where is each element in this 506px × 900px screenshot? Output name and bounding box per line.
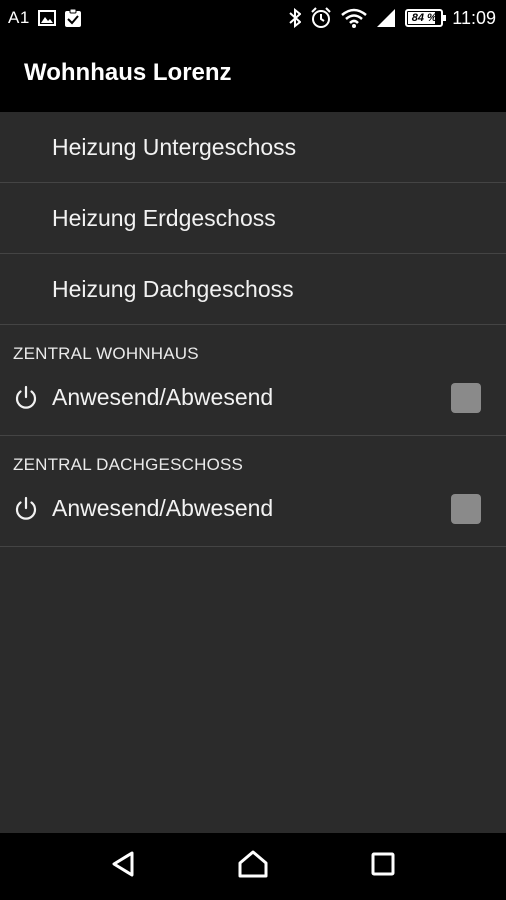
carrier-label: A1	[8, 8, 30, 27]
toggle-label: Anwesend/Abwesend	[52, 384, 274, 410]
system-nav-bar	[0, 833, 506, 900]
section-zentral-dachgeschoss: ZENTRAL DACHGESCHOSS Anwesend/Abwesend	[0, 436, 506, 547]
wifi-icon	[341, 8, 368, 28]
status-bar-right: 84 % 11:09	[289, 7, 506, 29]
back-icon	[110, 850, 136, 883]
power-icon	[13, 385, 39, 411]
menu-item-label: Heizung Untergeschoss	[52, 133, 297, 160]
toggle-row-dachgeschoss[interactable]: Anwesend/Abwesend	[0, 481, 506, 536]
toggle-label: Anwesend/Abwesend	[52, 495, 274, 521]
app-bar: Wohnhaus Lorenz	[0, 36, 506, 112]
power-icon	[13, 496, 39, 522]
section-header: ZENTRAL WOHNHAUS	[13, 344, 199, 363]
status-bar: A1 84 % 11:09	[0, 0, 506, 36]
image-icon	[37, 10, 56, 26]
recents-button[interactable]	[359, 843, 407, 891]
menu-item-label: Heizung Dachgeschoss	[52, 275, 294, 302]
battery-icon: 84 %	[405, 9, 447, 27]
home-button[interactable]	[229, 843, 277, 891]
menu-item-heizung-untergeschoss[interactable]: Heizung Untergeschoss	[0, 112, 506, 183]
recents-icon	[370, 851, 396, 882]
home-icon	[237, 849, 269, 884]
menu-item-heizung-dachgeschoss[interactable]: Heizung Dachgeschoss	[0, 254, 506, 325]
alarm-icon	[310, 7, 332, 29]
section-header: ZENTRAL DACHGESCHOSS	[13, 455, 244, 474]
anwesend-checkbox-dachgeschoss[interactable]	[451, 493, 481, 524]
screen: A1 84 % 11:09 Wohnhaus Lorenz Heizung Un…	[0, 0, 506, 900]
toggle-row-wohnhaus[interactable]: Anwesend/Abwesend	[0, 370, 506, 425]
signal-icon	[376, 8, 396, 28]
page-title: Wohnhaus Lorenz	[24, 59, 232, 86]
section-zentral-wohnhaus: ZENTRAL WOHNHAUS Anwesend/Abwesend	[0, 325, 506, 436]
clock: 11:09	[452, 7, 496, 28]
content-list: Heizung Untergeschoss Heizung Erdgeschos…	[0, 112, 506, 833]
menu-item-heizung-erdgeschoss[interactable]: Heizung Erdgeschoss	[0, 183, 506, 254]
back-button[interactable]	[99, 843, 147, 891]
anwesend-checkbox-wohnhaus[interactable]	[451, 382, 481, 413]
menu-item-label: Heizung Erdgeschoss	[52, 204, 276, 231]
status-bar-left: A1	[0, 8, 82, 28]
battery-level: 84 %	[411, 12, 437, 24]
bluetooth-icon	[289, 8, 302, 28]
clipboard-check-icon	[64, 8, 82, 28]
